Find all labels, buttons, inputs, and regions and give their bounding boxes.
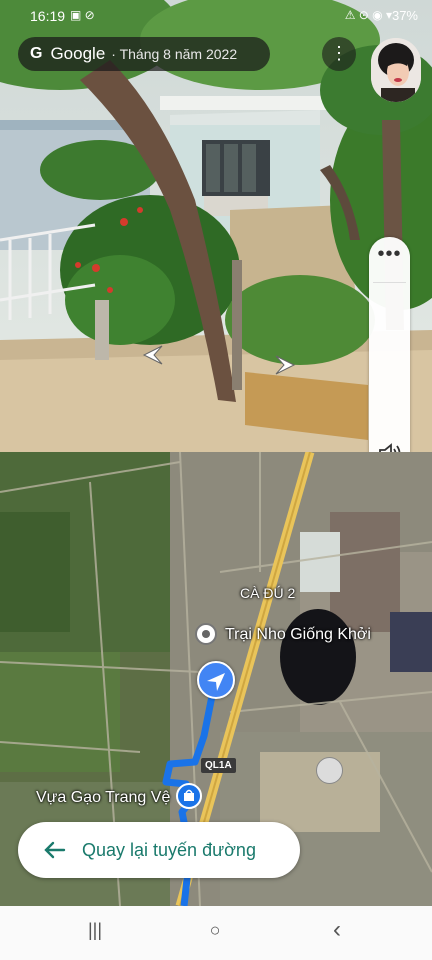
back-to-route-label: Quay lại tuyến đường: [82, 839, 256, 860]
place-label-bottom[interactable]: Vựa Gạo Trang Vệ: [36, 789, 170, 807]
volume-divider: [373, 282, 406, 283]
capture-date: · Tháng 8 năm 2022: [111, 46, 238, 62]
street-view-info-pill[interactable]: G Google · Tháng 8 năm 2022: [18, 37, 270, 71]
battery-level: 37%: [391, 8, 418, 23]
location-pin-icon[interactable]: [316, 757, 343, 784]
home-icon[interactable]: ○: [200, 920, 230, 946]
move-forward-arrow-icon[interactable]: [272, 354, 298, 376]
status-time: 16:19: [30, 8, 66, 24]
area-label: CÀ ĐÚ 2: [240, 585, 296, 601]
more-options-button[interactable]: ⋮: [322, 37, 356, 71]
navigation-arrow-icon[interactable]: [197, 661, 235, 699]
arrow-left-icon: [44, 841, 66, 859]
back-to-route-button[interactable]: Quay lại tuyến đường: [18, 822, 300, 878]
google-g-icon: G: [30, 45, 43, 62]
volume-more-icon[interactable]: •••: [369, 243, 410, 266]
system-icons: ⚠ ⊙ ◉ ▾: [344, 8, 392, 22]
place-label-top[interactable]: Trại Nho Giống Khởi: [225, 626, 371, 644]
status-bar: 16:19 ▣ ⊘ ⚠ ⊙ ◉ ▾ 37%: [0, 6, 432, 26]
avatar[interactable]: [371, 38, 421, 102]
shop-pin-icon[interactable]: [176, 783, 202, 809]
system-navigation-bar: ||| ○ ‹: [0, 906, 432, 960]
place-pin-icon[interactable]: [195, 623, 217, 645]
volume-control[interactable]: •••: [369, 237, 410, 474]
notification-icons: ▣ ⊘: [70, 8, 95, 22]
move-back-arrow-icon[interactable]: [140, 344, 166, 366]
google-label: Google: [50, 44, 106, 63]
road-shield: QL1A: [201, 758, 236, 773]
recents-icon[interactable]: |||: [80, 920, 110, 946]
back-icon[interactable]: ‹: [322, 916, 352, 943]
